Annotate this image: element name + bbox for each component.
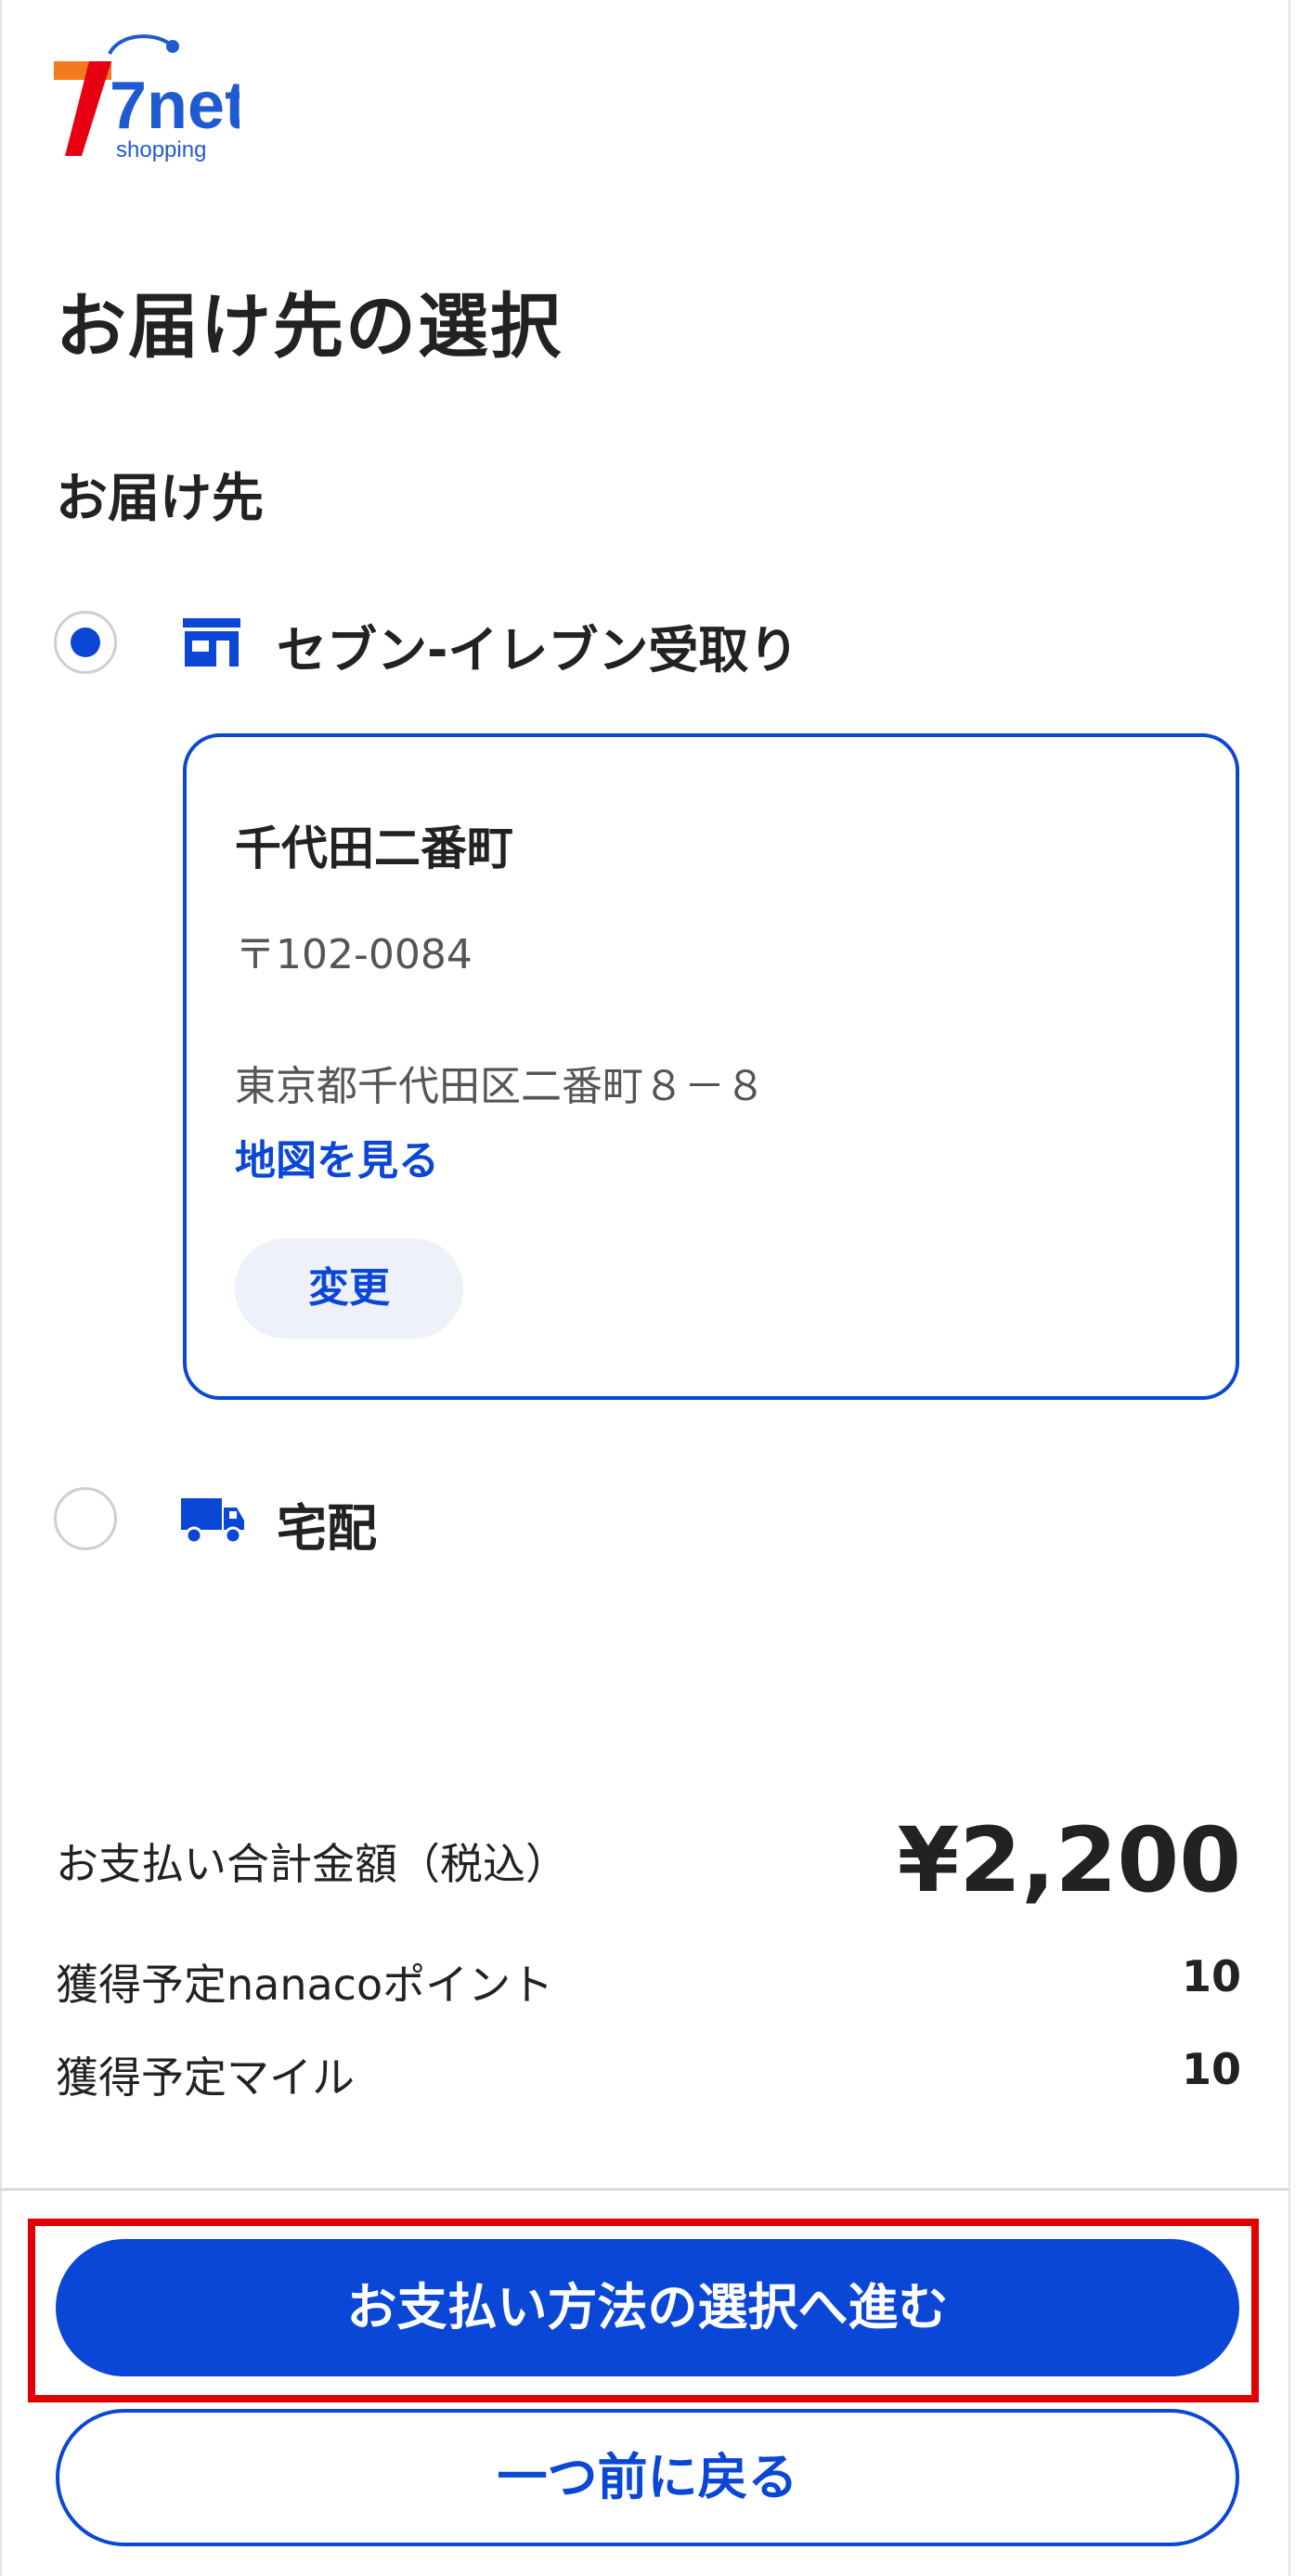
total-value: ¥2,200 [897, 1808, 1241, 1912]
logo-subtext: shopping [116, 137, 207, 162]
page-title: お届け先の選択 [56, 285, 563, 368]
option-label-store-pickup[interactable]: セブン-イレブン受取り [277, 609, 798, 682]
nanaco-value: 10 [1181, 1951, 1241, 2001]
section-title: お届け先 [56, 469, 264, 529]
radio-store-pickup[interactable] [54, 611, 117, 674]
store-icon [181, 616, 242, 672]
map-link[interactable]: 地図を見る [235, 1127, 439, 1186]
miles-label: 獲得予定マイル [56, 2052, 355, 2103]
truck-icon [179, 1495, 246, 1550]
proceed-to-payment-button[interactable]: お支払い方法の選択へ進む [56, 2239, 1239, 2376]
total-label: お支払い合計金額（税込） [56, 1839, 568, 1889]
miles-value: 10 [1181, 2044, 1241, 2094]
store-address: 東京都千代田区二番町８－８ [235, 1063, 766, 1110]
logo-brand-text: 7net [110, 69, 240, 143]
store-postal: 〒102-0084 [235, 931, 473, 978]
store-card: 千代田二番町 〒102-0084 東京都千代田区二番町８－８ 地図を見る 変更 [183, 733, 1239, 1400]
nanaco-label: 獲得予定nanacoポイント [56, 1960, 554, 2010]
radio-home-delivery[interactable] [54, 1487, 117, 1550]
store-name: 千代田二番町 [235, 822, 513, 875]
option-label-home-delivery[interactable]: 宅配 [277, 1487, 377, 1560]
back-button[interactable]: 一つ前に戻る [56, 2409, 1239, 2546]
footer-divider [0, 2188, 1290, 2191]
change-store-button[interactable]: 変更 [235, 1238, 463, 1339]
